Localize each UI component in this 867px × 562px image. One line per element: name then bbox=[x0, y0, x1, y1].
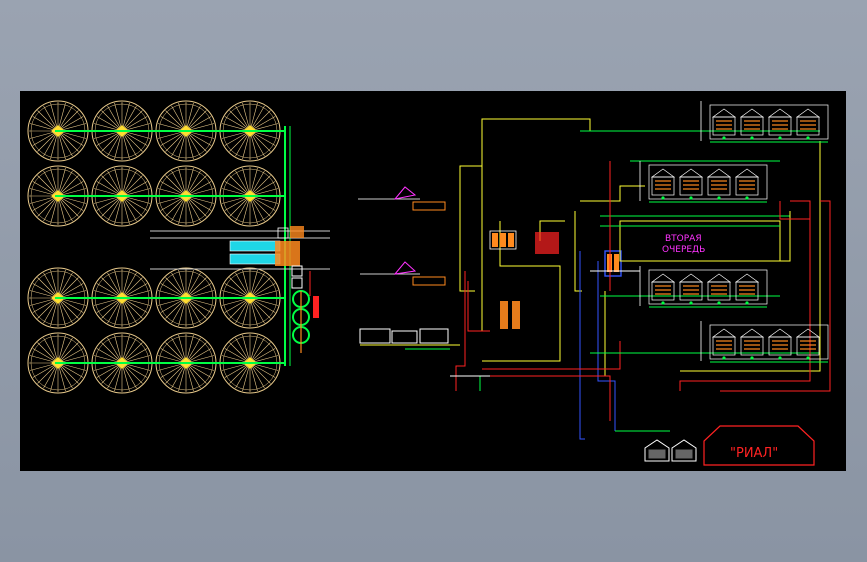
storage-bin-group bbox=[700, 101, 829, 143]
storage-bin-group bbox=[639, 161, 768, 203]
plant-scheme: ВТОРАЯ ОЧЕРЕДЬ "РИАЛ" bbox=[27, 100, 831, 466]
storage-bin-group bbox=[639, 266, 768, 308]
storage-bin-group bbox=[700, 321, 829, 363]
company-stamp: "РИАЛ" bbox=[703, 425, 815, 466]
central-lines bbox=[450, 118, 670, 440]
second-stage-label: ВТОРАЯ ОЧЕРЕДЬ bbox=[619, 220, 781, 262]
second-stage-line1: ВТОРАЯ bbox=[665, 234, 702, 244]
drawing-canvas[interactable]: ВТОРАЯ ОЧЕРЕДЬ "РИАЛ" bbox=[20, 91, 846, 471]
bottom-sheds bbox=[644, 439, 697, 462]
dryer-equipment bbox=[489, 230, 622, 329]
second-stage-line2: ОЧЕРЕДЬ bbox=[662, 245, 705, 255]
storage-bin-groups bbox=[639, 101, 829, 363]
company-stamp-text: "РИАЛ" bbox=[730, 446, 778, 461]
truck-intakes bbox=[358, 186, 460, 350]
